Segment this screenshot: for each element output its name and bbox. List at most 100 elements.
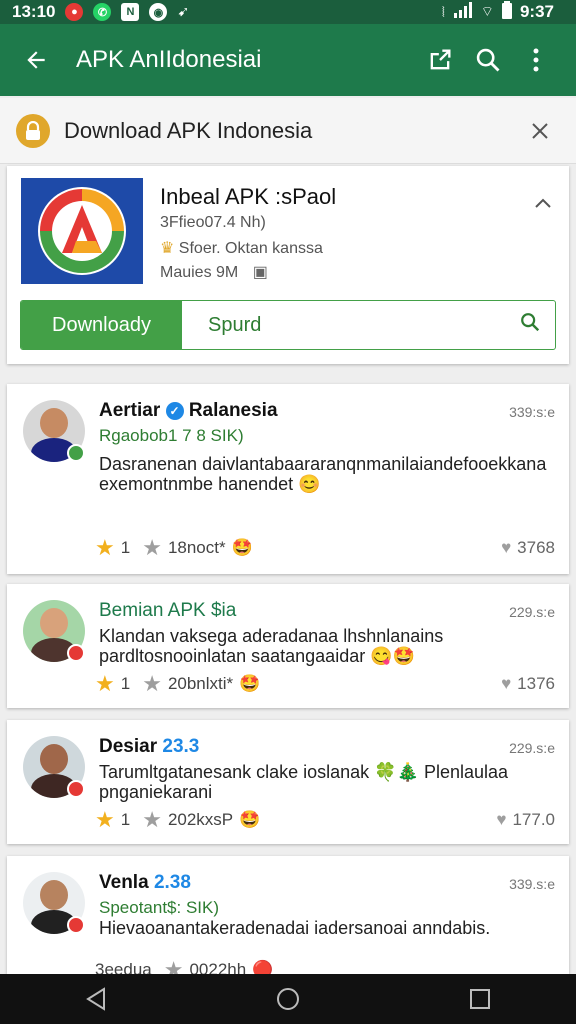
like-count: 3768 [517,538,555,557]
whatsapp-icon: ✆ [93,3,112,21]
heart-icon: ♥ [496,810,507,829]
like-button[interactable]: ♥ 3768 [501,538,555,558]
image-icon: ▣ [252,264,268,281]
review-text: Hievaoanantakeradenadai iadersanoai annd… [99,918,491,938]
review-text: Tarumltgatanesank clake ioslanak 🍀🎄 Plen… [99,762,509,802]
signal-icon: ➹ [177,3,190,19]
rating-value: 1 [120,538,131,557]
review-card: Aertiar ✓ Ralanesia Rgaobob1 7 8 SIK) 33… [7,384,569,574]
reviewer-tag: 23.3 [162,736,200,757]
nav-home-button[interactable] [258,979,318,1019]
reviewer-name-text: Bemian APK $ia [99,600,237,621]
close-banner-button[interactable] [520,111,560,151]
star-outline-icon: ★ [142,535,162,560]
chevron-up-icon [535,198,551,208]
emoji-icon: 🤩 [239,674,261,693]
vibrate-icon: ⦚ [441,3,445,20]
rating-sub: 18noct* [167,538,226,557]
reviewer-name-text: Aertiar [99,400,161,421]
search-button[interactable] [464,36,512,84]
review-time: 229.s:e [509,604,555,620]
close-icon [532,122,548,139]
reviewer-name-text: Venla [99,872,149,893]
app-logo [21,178,143,284]
reviewer-name: Desiar 23.3 [99,736,199,758]
system-nav-bar [0,974,576,1024]
nav-back-button[interactable] [66,979,126,1019]
verified-badge-icon [67,444,85,462]
overflow-menu-button[interactable] [512,36,560,84]
reviewer-sub: Rgaobob1 7 8 SIK) [99,426,244,445]
app-meta-source: ♛ Sfoer. Oktan kanssa [160,238,323,258]
review-time: 339.s:e [509,876,555,892]
rating-sub: 202kxsP [167,810,234,829]
reviewer-name: Aertiar ✓ Ralanesia [99,400,278,422]
app-meta-version: 3Ffieo07.4 Nh) [160,214,266,231]
star-outline-icon: ★ [142,807,162,832]
app-meta-size: Mauies 9M ▣ [160,262,268,282]
star-icon: ★ [95,807,115,832]
star-icon: ★ [95,535,115,560]
heart-icon: ♥ [501,674,512,693]
rating-value: 1 [120,810,131,829]
heart-icon: ♥ [501,538,512,557]
flag-badge-icon [67,780,85,798]
like-button[interactable]: ♥ 177.0 [496,810,555,830]
download-button[interactable]: Downloady [21,301,182,349]
crown-icon: ♛ [160,240,179,257]
share-button[interactable] [416,36,464,84]
flag-badge-icon [67,916,85,934]
square-recents-icon [470,989,490,1009]
status-bar: 13:10 ● ✆ N ◉ ➹ ⦚ ⌔ 9:37 [0,0,576,24]
like-count: 1376 [517,674,555,693]
lock-icon [16,113,50,148]
collapse-button[interactable] [531,192,555,216]
action-row: Downloady Spurd [20,300,556,350]
share-icon [430,49,451,70]
back-button[interactable] [16,40,56,80]
review-text: Dasranenan daivlantabaararanqnmanilaiand… [99,454,547,494]
app-bar: APK AnIIdonesiai [0,24,576,96]
review-card: Desiar 23.3 229.s:e Tarumltgatanesank cl… [7,720,569,844]
status-right-time: 9:37 [519,2,554,21]
rating-sub: 20bnlxti* [167,674,234,693]
search-icon [476,48,500,72]
star-outline-icon: ★ [142,671,162,696]
nav-recents-button[interactable] [450,979,510,1019]
emoji-icon: 🤩 [239,810,261,829]
verified-icon: ✓ [165,401,184,420]
emoji-icon: 🤩 [231,538,253,557]
flag-badge-icon [67,644,85,662]
more-vert-icon [533,48,539,72]
review-footer: ★ 1 ★ 202kxsP 🤩 ♥ 177.0 [95,807,555,832]
app-meta-size-text: Mauies 9M [160,264,239,281]
review-text: Klandan vaksega aderadanaa lhshnlanains … [99,626,444,666]
reviewer-name-text: Desiar [99,736,158,757]
like-button[interactable]: ♥ 1376 [501,674,555,694]
media-icon: ◉ [149,3,168,21]
record-icon: ● [65,3,84,21]
review-footer: ★ 1 ★ 18noct* 🤩 ♥ 3768 [95,535,555,560]
search-icon[interactable] [519,311,541,339]
search-field-label: Spurd [208,313,262,336]
app-name: Inbeal APK :sPaol [160,184,337,209]
reviewer-name: Venla 2.38 [99,872,191,894]
star-icon: ★ [95,671,115,696]
reviewer-tag: 2.38 [153,872,191,893]
review-footer: ★ 1 ★ 20bnlxti* 🤩 ♥ 1376 [95,671,555,696]
status-time: 13:10 [12,2,56,21]
download-banner: Download APK Indonesia [0,98,576,164]
banner-title: Download APK Indonesia [64,117,313,143]
search-field[interactable]: Spurd [182,301,555,349]
review-time: 339:s:e [509,404,555,420]
review-card: Bemian APK $ia 229.s:e Klandan vaksega a… [7,584,569,708]
review-time: 229.s:e [509,740,555,756]
reviewer-sub: Speotant$: SIK) [99,898,220,917]
rating-value: 1 [120,674,131,693]
circle-home-icon [277,988,299,1010]
app-bar-title: APK AnIIdonesiai [76,46,262,73]
signal-bars-icon [453,1,473,23]
battery-icon [501,0,512,24]
like-count: 177.0 [512,810,555,829]
review-card: Venla 2.38 Speotant$: SIK) 339.s:e Hieva… [7,856,569,982]
